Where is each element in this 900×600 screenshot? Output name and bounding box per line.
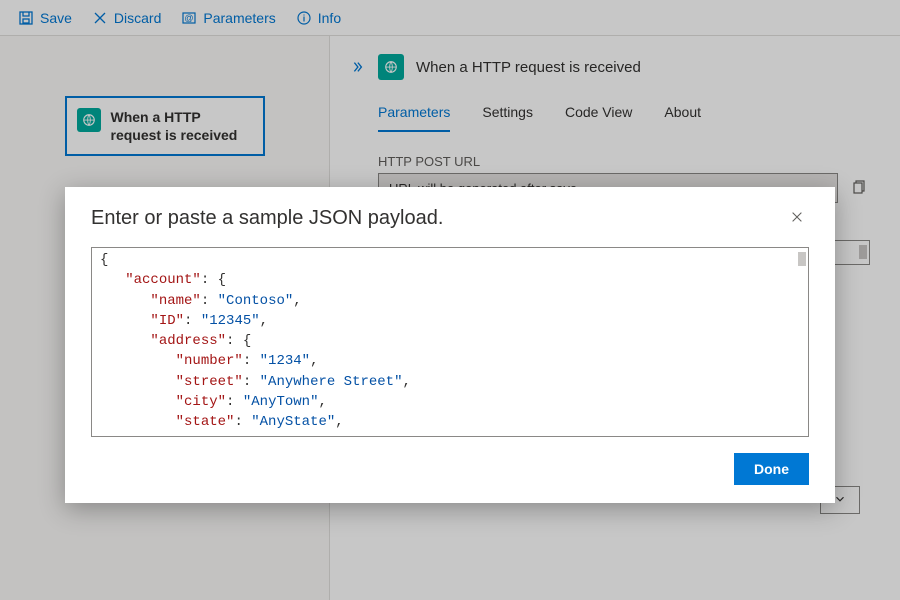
modal-title: Enter or paste a sample JSON payload. <box>91 207 443 230</box>
scrollbar-indicator <box>798 252 806 266</box>
modal-overlay: Enter or paste a sample JSON payload. { … <box>0 0 900 600</box>
json-payload-modal: Enter or paste a sample JSON payload. { … <box>65 187 835 503</box>
done-button[interactable]: Done <box>734 453 809 485</box>
json-payload-editor[interactable]: { "account": { "name": "Contoso", "ID": … <box>91 247 809 437</box>
modal-close-button[interactable] <box>785 207 809 231</box>
close-icon <box>790 210 804 229</box>
